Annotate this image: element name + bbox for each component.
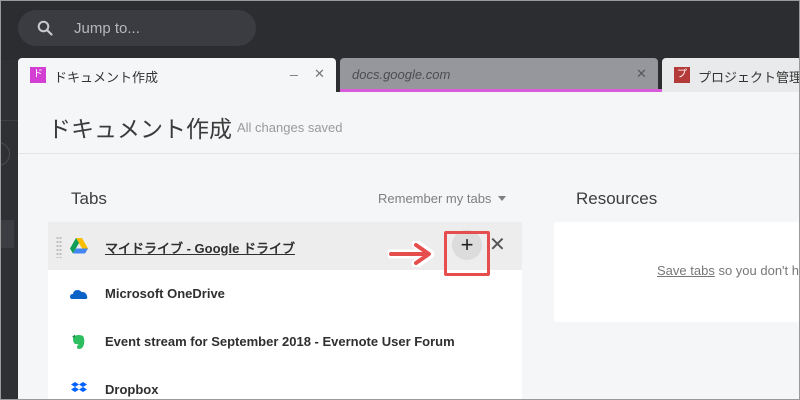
resources-panel: Save tabs so you don't ha [554,222,800,322]
sidebar-highlight [0,220,14,248]
annotation-highlight [444,231,490,276]
list-item-title[interactable]: マイドライブ - Google ドライブ [105,238,295,257]
drag-handle-icon[interactable] [56,236,62,258]
page-header: ドキュメント作成 All changes saved [18,92,800,154]
browser-tab-docs[interactable]: docs.google.com ✕ [340,58,658,92]
close-icon[interactable]: ✕ [314,66,325,82]
page-title: ドキュメント作成 [48,116,232,142]
sidebar-avatar[interactable] [0,142,10,166]
list-item[interactable]: Dropbox [48,366,522,400]
list-item-title[interactable]: Dropbox [105,382,158,397]
search-icon [37,20,53,36]
list-item-title[interactable]: Microsoft OneDrive [105,286,225,301]
tab-favicon: ド [30,67,46,83]
tabs-heading: Tabs [71,189,107,208]
list-item[interactable]: Event stream for September 2018 - Everno… [48,318,522,366]
evernote-icon [72,334,85,349]
annotation-arrow [388,241,435,267]
minimize-icon[interactable]: _ [290,60,298,76]
resources-heading: Resources [576,189,658,208]
tab-favicon: プ [674,67,690,83]
resources-message-text: so you don't ha [714,263,800,278]
dropbox-icon [71,382,87,392]
chevron-down-icon[interactable] [498,196,506,201]
search-bar[interactable] [18,10,256,46]
tab-title: ドキュメント作成 [54,70,159,85]
google-drive-icon [70,238,88,254]
remember-tabs-dropdown[interactable]: Remember my tabs [378,191,491,206]
sidebar-divider [0,120,18,121]
search-input[interactable] [74,10,244,46]
close-icon[interactable]: ✕ [489,232,506,257]
close-icon[interactable]: ✕ [636,66,647,82]
browser-tab-document[interactable]: ド ドキュメント作成 _ ✕ [18,58,336,92]
resources-empty-message: Save tabs so you don't ha [657,263,800,278]
save-status: All changes saved [237,120,343,135]
browser-tab-project[interactable]: プ プロジェクト管理 [662,58,800,92]
list-item-title[interactable]: Event stream for September 2018 - Everno… [105,334,455,349]
tab-title: docs.google.com [352,67,451,82]
list-item[interactable]: Microsoft OneDrive [48,270,522,318]
tab-title: プロジェクト管理 [698,70,800,85]
background-sidebar [0,60,18,400]
save-tabs-link[interactable]: Save tabs [657,263,715,278]
onedrive-icon [70,290,88,299]
